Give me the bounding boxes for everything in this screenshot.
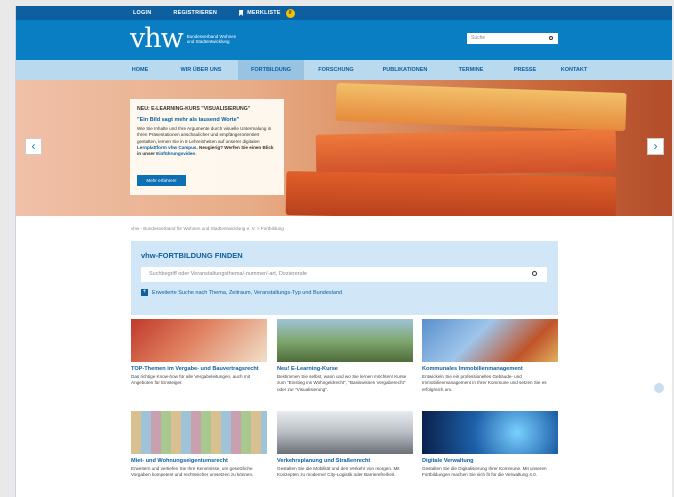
chevron-left-icon: ‹ bbox=[31, 139, 36, 153]
finder-search-input[interactable]: Suchbegriff oder Veranstaltungsthema/-nu… bbox=[141, 267, 547, 282]
hero-cta-button[interactable]: Mehr erfahren! bbox=[137, 175, 186, 186]
site-header: vhw Bundesverband Wohnen und Stadtentwic… bbox=[16, 20, 672, 60]
finder-heading: vhw-FORTBILDUNG FINDEN bbox=[141, 251, 243, 260]
topic-card[interactable]: Verkehrsplanung und Straßenrecht Gestalt… bbox=[277, 411, 413, 479]
hero-teaser: NEU: E-LEARNING-KURS "VISUALISIERUNG" "E… bbox=[130, 99, 284, 195]
card-title[interactable]: Kommunales Immobilienmanagement bbox=[422, 366, 558, 372]
breadcrumb[interactable]: vhw - Bundesverband für Wohnen und Stadt… bbox=[131, 226, 284, 231]
topic-card[interactable]: TOP-Themen im Vergabe- und Bauvertragsre… bbox=[131, 319, 267, 387]
nav-item-fortbildung[interactable]: FORTBILDUNG bbox=[238, 60, 304, 80]
finder-placeholder: Suchbegriff oder Veranstaltungsthema/-nu… bbox=[149, 271, 307, 277]
course-finder: vhw-FORTBILDUNG FINDEN Suchbegriff oder … bbox=[131, 241, 558, 315]
page: LOGIN REGISTRIEREN MERKLISTE 0 vhw Bunde… bbox=[15, 6, 672, 497]
card-title[interactable]: Miet- und Wohnungseigentumsrecht bbox=[131, 458, 267, 464]
card-image bbox=[277, 411, 413, 454]
hero-body: Wie Sie Inhalte und Ihre Argumente durch… bbox=[137, 125, 274, 157]
card-image bbox=[422, 319, 558, 362]
watchlist-link[interactable]: MERKLISTE 0 bbox=[239, 8, 295, 18]
hero-brick bbox=[315, 129, 617, 177]
search-placeholder: Suche bbox=[471, 35, 486, 41]
search-input[interactable]: Suche bbox=[467, 33, 558, 44]
topic-card[interactable]: Digitale Verwaltung Gestalten Sie die Di… bbox=[422, 411, 558, 479]
plus-icon: + bbox=[141, 289, 148, 296]
nav-item-publikationen[interactable]: PUBLIKATIONEN bbox=[368, 60, 442, 80]
search-icon[interactable] bbox=[532, 271, 537, 276]
card-title[interactable]: Digitale Verwaltung bbox=[422, 458, 558, 464]
nav-item-kontakt[interactable]: KONTAKT bbox=[550, 60, 598, 80]
card-title[interactable]: TOP-Themen im Vergabe- und Bauvertragsre… bbox=[131, 366, 267, 372]
slider-next-button[interactable]: › bbox=[647, 138, 664, 155]
card-text: Das richtige Know-how für alle Vergabele… bbox=[131, 374, 250, 386]
nav-item-home[interactable]: HOME bbox=[116, 60, 164, 80]
watchlist-label: MERKLISTE bbox=[247, 10, 281, 16]
card-image bbox=[131, 411, 267, 454]
hero-brick bbox=[285, 171, 617, 216]
vhw-logo[interactable]: vhw Bundesverband Wohnen und Stadtentwic… bbox=[130, 24, 237, 54]
card-text: Erweitern und vertiefen Sie Ihre Kenntni… bbox=[131, 466, 254, 478]
logo-mark: vhw bbox=[130, 23, 184, 54]
card-text: Gestalten Sie die Digitalisierung Ihrer … bbox=[422, 466, 547, 478]
campus-link[interactable]: Lernplattform vhw Campus bbox=[137, 145, 196, 150]
watchlist-count-badge: 0 bbox=[285, 8, 295, 18]
card-image bbox=[422, 411, 558, 454]
topic-card[interactable]: Kommunales Immobilienmanagement Entwicke… bbox=[422, 319, 558, 393]
hero-slider: NEU: E-LEARNING-KURS "VISUALISIERUNG" "E… bbox=[16, 80, 672, 216]
search-icon[interactable] bbox=[549, 36, 553, 40]
card-text: Entwickeln Sie ein professionelles Gebäu… bbox=[422, 374, 547, 392]
card-image bbox=[277, 319, 413, 362]
card-title[interactable]: Neu! E-Learning-Kurse bbox=[277, 366, 413, 372]
card-text: Gestalten Sie die Mobilität und den Verk… bbox=[277, 466, 400, 478]
nav-item-termine[interactable]: TERMINE bbox=[442, 60, 500, 80]
nav-item-forschung[interactable]: FORSCHUNG bbox=[304, 60, 368, 80]
card-text: Bestimmen Sie selbst, wann und wo Sie le… bbox=[277, 374, 407, 392]
nav-item-presse[interactable]: PRESSE bbox=[500, 60, 550, 80]
hero-kicker: NEU: E-LEARNING-KURS "VISUALISIERUNG" bbox=[137, 106, 251, 112]
register-link[interactable]: REGISTRIEREN bbox=[173, 10, 217, 16]
topic-card[interactable]: Miet- und Wohnungseigentumsrecht Erweite… bbox=[131, 411, 267, 479]
card-image bbox=[131, 319, 267, 362]
logo-subtitle: Bundesverband Wohnen und Stadtentwicklun… bbox=[186, 34, 237, 44]
utility-bar: LOGIN REGISTRIEREN MERKLISTE 0 bbox=[16, 6, 672, 20]
slider-prev-button[interactable]: ‹ bbox=[25, 138, 42, 155]
nav-item-wir-ueber-uns[interactable]: WIR ÜBER UNS bbox=[164, 60, 238, 80]
login-link[interactable]: LOGIN bbox=[133, 10, 151, 16]
card-title[interactable]: Verkehrsplanung und Straßenrecht bbox=[277, 458, 413, 464]
bookmark-icon bbox=[239, 10, 244, 16]
main-nav: HOME WIR ÜBER UNS FORTBILDUNG FORSCHUNG … bbox=[16, 60, 672, 80]
topic-card[interactable]: Neu! E-Learning-Kurse Bestimmen Sie selb… bbox=[277, 319, 413, 393]
hero-quote: "Ein Bild sagt mehr als tausend Worte" bbox=[137, 117, 240, 124]
hero-brick bbox=[335, 82, 627, 132]
video-link[interactable]: Einführungsvideo bbox=[156, 151, 195, 156]
scroll-top-button[interactable] bbox=[654, 383, 664, 393]
chevron-right-icon: › bbox=[653, 139, 658, 153]
extended-search-label: Erweiterte Suche nach Thema, Zeitraum, V… bbox=[152, 289, 343, 296]
extended-search-toggle[interactable]: + Erweiterte Suche nach Thema, Zeitraum,… bbox=[141, 289, 548, 296]
